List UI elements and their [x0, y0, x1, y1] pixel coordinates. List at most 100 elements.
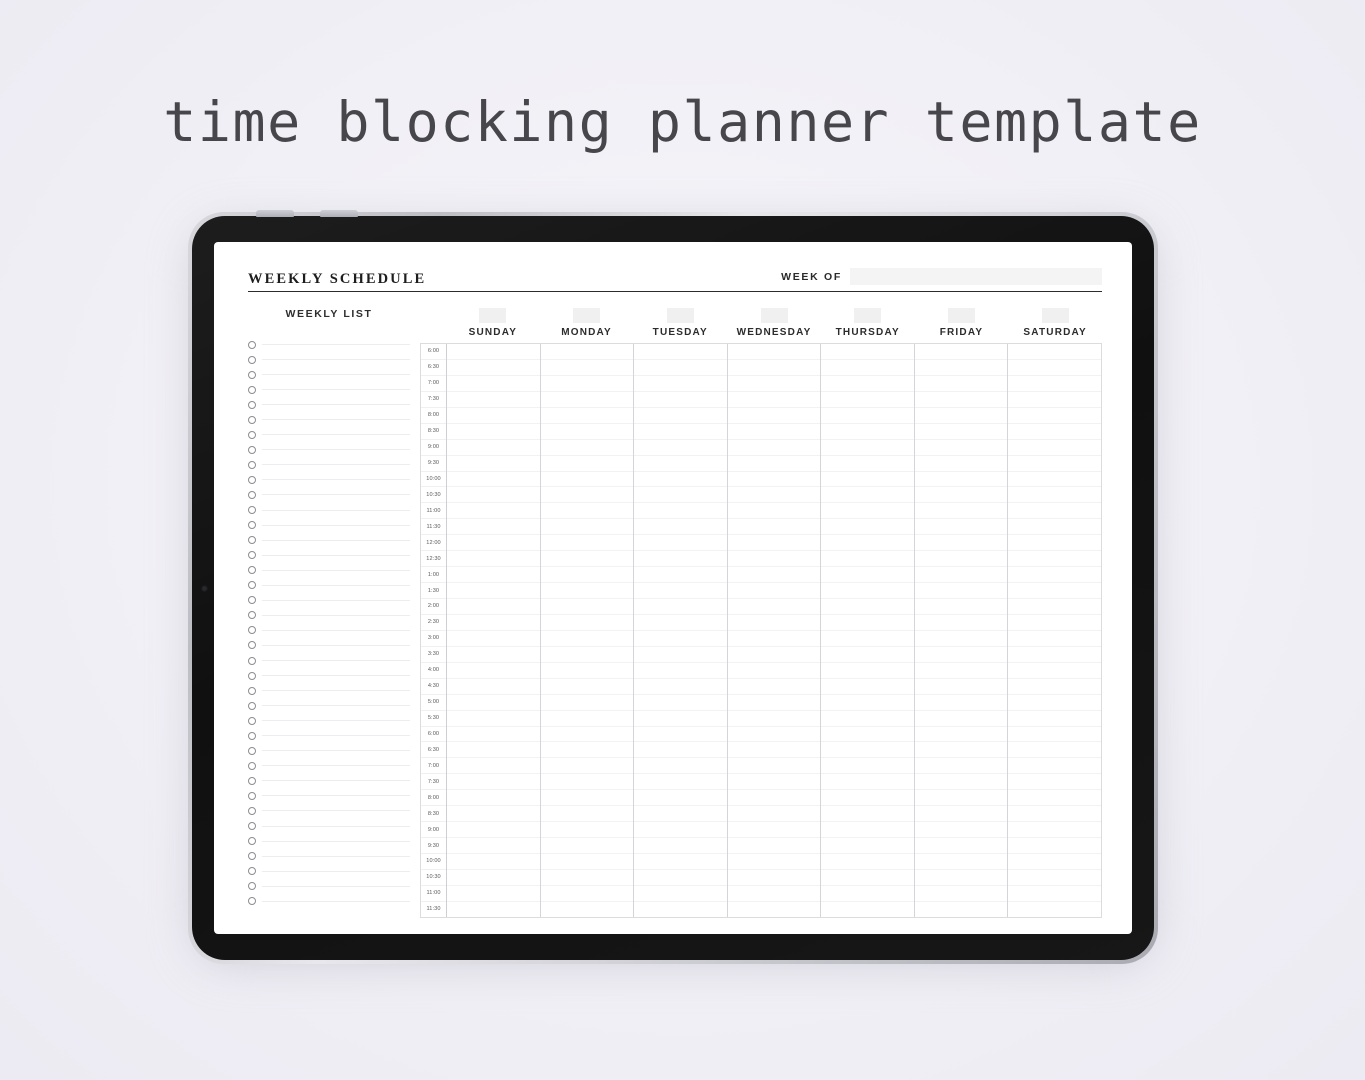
weekly-list-write-line[interactable]	[262, 479, 410, 481]
time-slot[interactable]	[447, 376, 540, 392]
time-slot[interactable]	[634, 567, 727, 584]
time-slot[interactable]	[1008, 376, 1102, 392]
time-slot[interactable]	[540, 886, 634, 902]
week-of-input[interactable]	[850, 268, 1102, 285]
time-slot[interactable]	[914, 695, 1008, 711]
checkbox-circle-icon[interactable]	[248, 776, 256, 785]
time-slot[interactable]	[821, 854, 914, 870]
checkbox-circle-icon[interactable]	[248, 882, 256, 891]
time-slot[interactable]	[727, 838, 821, 854]
date-input-saturday[interactable]	[1041, 308, 1069, 323]
weekly-list-write-line[interactable]	[262, 765, 410, 767]
time-slot[interactable]	[1008, 472, 1102, 488]
checkbox-circle-icon[interactable]	[248, 596, 256, 605]
time-slot[interactable]	[1008, 583, 1102, 599]
time-slot[interactable]	[634, 631, 727, 647]
time-slot[interactable]	[1008, 774, 1102, 791]
time-slot[interactable]	[914, 376, 1008, 392]
time-slot[interactable]	[914, 711, 1008, 727]
time-slot[interactable]	[914, 519, 1008, 536]
time-slot[interactable]	[727, 599, 821, 615]
weekly-list-write-line[interactable]	[262, 644, 410, 646]
time-slot[interactable]	[727, 424, 821, 440]
weekly-list-write-line[interactable]	[262, 705, 410, 707]
time-slot[interactable]	[727, 695, 821, 711]
weekly-list-item[interactable]	[248, 683, 410, 698]
weekly-list-write-line[interactable]	[262, 599, 410, 601]
time-slot[interactable]	[1008, 487, 1102, 504]
time-slot[interactable]	[727, 456, 821, 472]
time-slot[interactable]	[727, 711, 821, 727]
weekly-list-item[interactable]	[248, 803, 410, 818]
time-slot[interactable]	[1008, 392, 1102, 408]
time-slot[interactable]	[447, 742, 540, 759]
checkbox-circle-icon[interactable]	[248, 521, 256, 530]
time-slot[interactable]	[634, 695, 727, 711]
time-slot[interactable]	[821, 679, 914, 695]
time-slot[interactable]	[447, 727, 540, 743]
time-slot[interactable]	[727, 806, 821, 823]
time-slot[interactable]	[914, 838, 1008, 854]
time-slot[interactable]	[727, 727, 821, 743]
time-slot[interactable]	[447, 886, 540, 902]
time-slot[interactable]	[540, 615, 634, 631]
time-slot[interactable]	[914, 663, 1008, 679]
checkbox-circle-icon[interactable]	[248, 897, 256, 906]
time-slot[interactable]	[727, 392, 821, 408]
weekly-list-write-line[interactable]	[262, 569, 410, 571]
time-slot[interactable]	[447, 408, 540, 424]
time-slot[interactable]	[914, 727, 1008, 743]
weekly-list-write-line[interactable]	[262, 900, 410, 902]
weekly-list-write-line[interactable]	[262, 404, 410, 406]
time-slot[interactable]	[634, 854, 727, 870]
time-slot[interactable]	[540, 344, 634, 360]
time-slot[interactable]	[727, 408, 821, 424]
weekly-list-item[interactable]	[248, 698, 410, 713]
time-slot[interactable]	[634, 886, 727, 902]
time-slot[interactable]	[447, 583, 540, 599]
checkbox-circle-icon[interactable]	[248, 475, 256, 484]
weekly-list-item[interactable]	[248, 487, 410, 502]
time-slot[interactable]	[1008, 727, 1102, 743]
time-slot[interactable]	[447, 599, 540, 615]
time-slot[interactable]	[1008, 535, 1102, 552]
time-slot[interactable]	[915, 902, 1008, 917]
time-slot[interactable]	[821, 440, 914, 456]
time-slot[interactable]	[1008, 631, 1102, 647]
time-slot[interactable]	[447, 695, 540, 711]
date-input-sunday[interactable]	[479, 308, 507, 323]
time-slot[interactable]	[540, 727, 634, 743]
time-slot[interactable]	[540, 551, 634, 568]
time-slot[interactable]	[821, 519, 914, 536]
time-slot[interactable]	[727, 472, 821, 488]
time-slot[interactable]	[1008, 440, 1102, 456]
time-slot[interactable]	[821, 567, 914, 584]
weekly-list-item[interactable]	[248, 472, 410, 487]
time-slot[interactable]	[540, 695, 634, 711]
time-slot[interactable]	[1008, 503, 1102, 520]
time-slot[interactable]	[447, 663, 540, 679]
weekly-list-write-line[interactable]	[262, 810, 410, 812]
time-slot[interactable]	[727, 615, 821, 631]
time-slot[interactable]	[540, 854, 634, 870]
weekly-list-write-line[interactable]	[262, 509, 410, 511]
weekly-list-item[interactable]	[248, 834, 410, 849]
time-slot[interactable]	[447, 647, 540, 663]
time-slot[interactable]	[634, 456, 727, 472]
time-slot[interactable]	[821, 711, 914, 727]
weekly-list-item[interactable]	[248, 457, 410, 472]
time-slot[interactable]	[914, 583, 1008, 599]
time-slot[interactable]	[914, 870, 1008, 886]
weekly-list-item[interactable]	[248, 382, 410, 397]
time-slot[interactable]	[821, 408, 914, 424]
time-slot[interactable]	[914, 408, 1008, 424]
time-slot[interactable]	[447, 615, 540, 631]
time-slot[interactable]	[634, 519, 727, 536]
weekly-list-item[interactable]	[248, 758, 410, 773]
time-slot[interactable]	[914, 360, 1008, 376]
time-slot[interactable]	[821, 631, 914, 647]
time-slot[interactable]	[1008, 519, 1102, 536]
time-slot[interactable]	[634, 870, 727, 886]
weekly-list-write-line[interactable]	[262, 344, 410, 346]
weekly-list-item[interactable]	[248, 879, 410, 894]
